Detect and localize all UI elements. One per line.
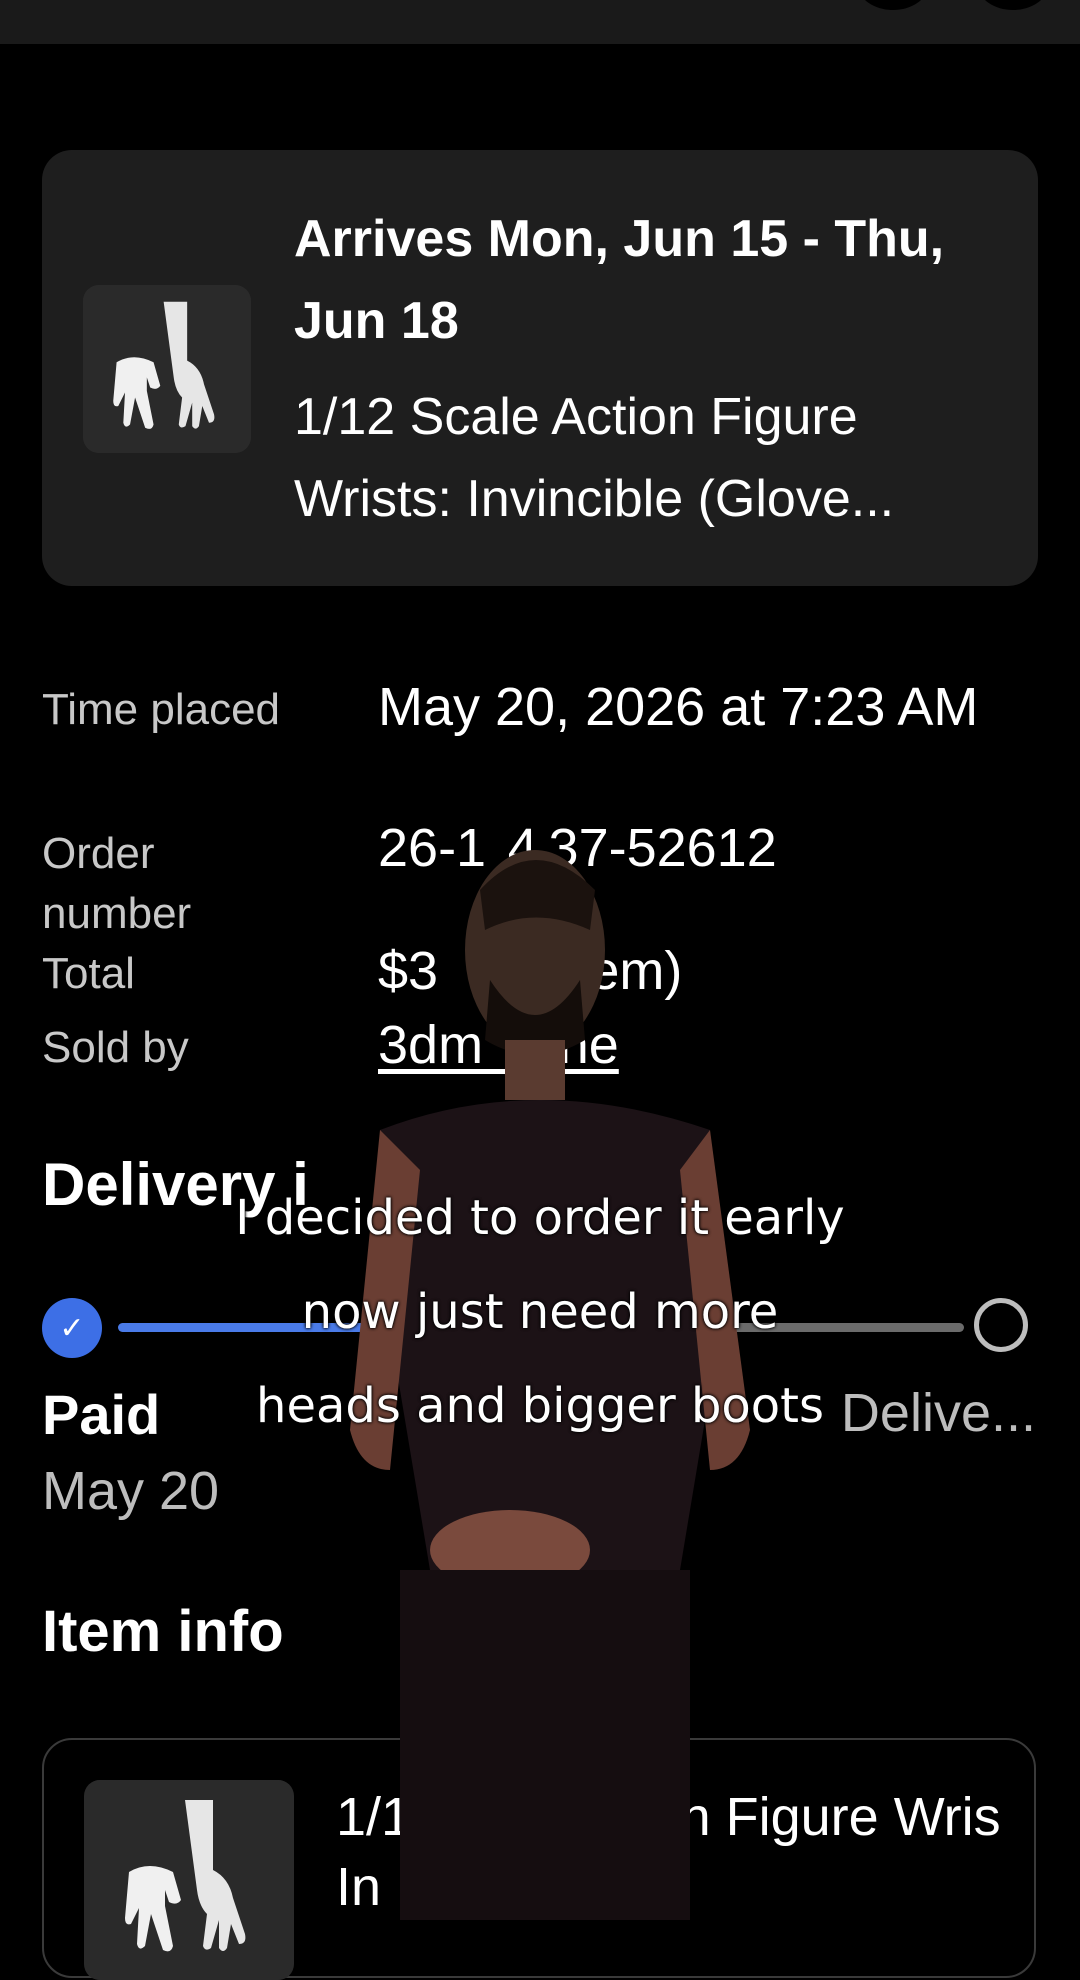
figure-hands-icon [89,1780,289,1980]
caption-line-1: I decided to order it early [235,1190,845,1246]
arrival-window: Arrives Mon, Jun 15 - Thu, Jun 18 [294,210,945,350]
top-bar [0,0,1080,44]
top-bar-button-right[interactable] [978,0,1048,10]
time-placed-label: Time placed [42,685,281,734]
item-info-section-title: Item info [42,1599,284,1664]
order-number-value: 26-1 4 37-52612 [378,818,777,878]
total-value: $3 l item) [378,941,683,1001]
seller-link[interactable]: 3dm ne [378,1012,619,1078]
sold-by-label: Sold by [42,1023,189,1072]
caption-line-3: heads and bigger boots [256,1378,824,1434]
caption-line-2: now just need more [301,1284,779,1340]
order-summary-card[interactable]: Arrives Mon, Jun 15 - Thu, Jun 18 1/12 S… [42,150,1038,586]
item-thumbnail [84,1780,294,1980]
figure-hands-icon [83,285,251,453]
item-info-card[interactable]: 1/12 al tion Figure Wris In ible [42,1738,1036,1980]
item-title: 1/12 Scale Action Figure Wrists: Invinci… [294,388,895,528]
product-thumbnail [83,285,251,453]
total-label: Total [42,949,135,998]
top-bar-button-left[interactable] [858,0,928,10]
item-card-title: 1/12 al tion Figure Wris In ible [336,1787,1023,1917]
time-placed-value: May 20, 2026 at 7:23 AM [378,677,979,737]
order-number-label: Order number [42,829,192,938]
paid-date: May 20 [42,1461,220,1521]
